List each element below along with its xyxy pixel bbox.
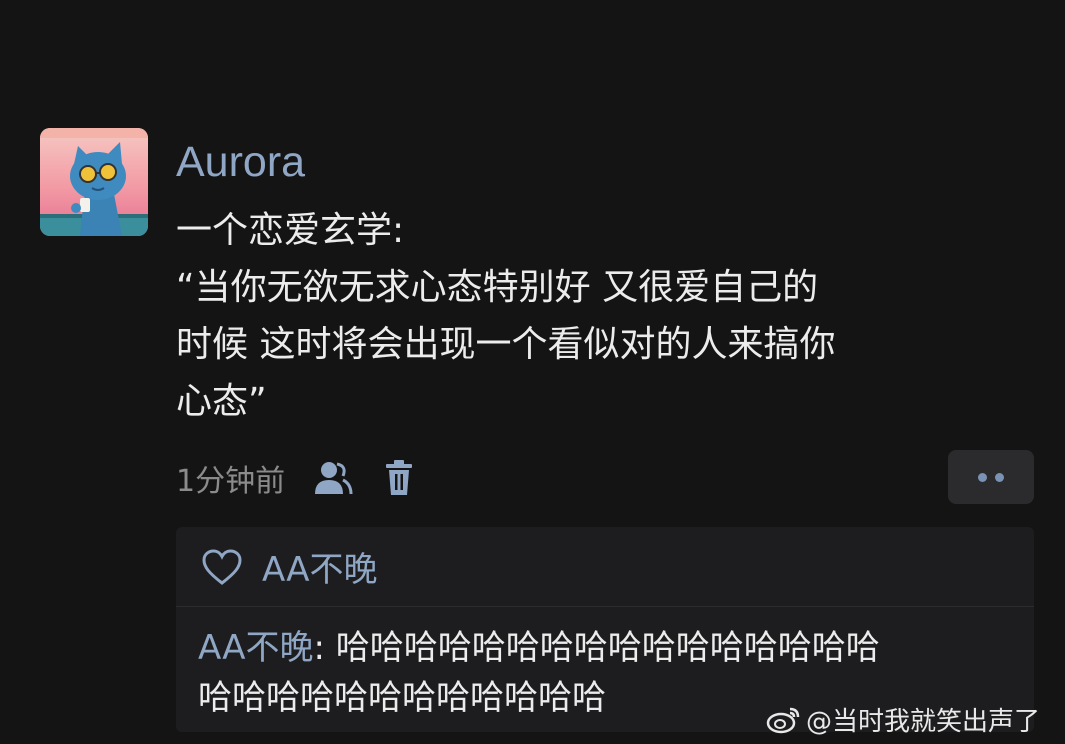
content-line: 一个恋爱玄学:: [176, 210, 405, 251]
liker-name[interactable]: AA不晚: [262, 542, 377, 591]
comment-text: 哈哈哈哈哈哈哈哈哈哈哈哈哈哈哈哈: [335, 628, 880, 668]
avatar-cat-image: [40, 128, 148, 236]
commenter-name[interactable]: AA不晚: [198, 628, 313, 668]
more-dot: [995, 472, 1004, 482]
post-meta: 1分钟前: [176, 456, 421, 500]
watermark-text: @当时我就笑出声了: [806, 706, 1041, 737]
content-line: “当你无欲无求心态特别好 又很爱自己的: [176, 267, 819, 308]
likes-row: AA不晚: [176, 527, 1034, 607]
avatar[interactable]: [40, 128, 148, 236]
content-line: 心态”: [176, 381, 267, 422]
weibo-icon: [766, 703, 802, 735]
comment-line: AA不晚: 哈哈哈哈哈哈哈哈哈哈哈哈哈哈哈哈: [198, 623, 1028, 673]
trash-icon[interactable]: [377, 456, 421, 500]
more-options-button[interactable]: [948, 450, 1034, 504]
post-timestamp: 1分钟前: [176, 464, 286, 499]
heart-icon[interactable]: [200, 545, 244, 589]
more-dots-icon: [978, 472, 987, 482]
post-content: 一个恋爱玄学: “当你无欲无求心态特别好 又很爱自己的 时候 这时将会出现一个看…: [176, 202, 1026, 430]
watermark: @当时我就笑出声了: [766, 700, 1040, 738]
comment-separator: :: [313, 628, 336, 668]
person-icon[interactable]: [311, 456, 355, 500]
content-line: 时候 这时将会出现一个看似对的人来搞你: [176, 324, 836, 365]
author-name[interactable]: Aurora: [176, 138, 305, 186]
